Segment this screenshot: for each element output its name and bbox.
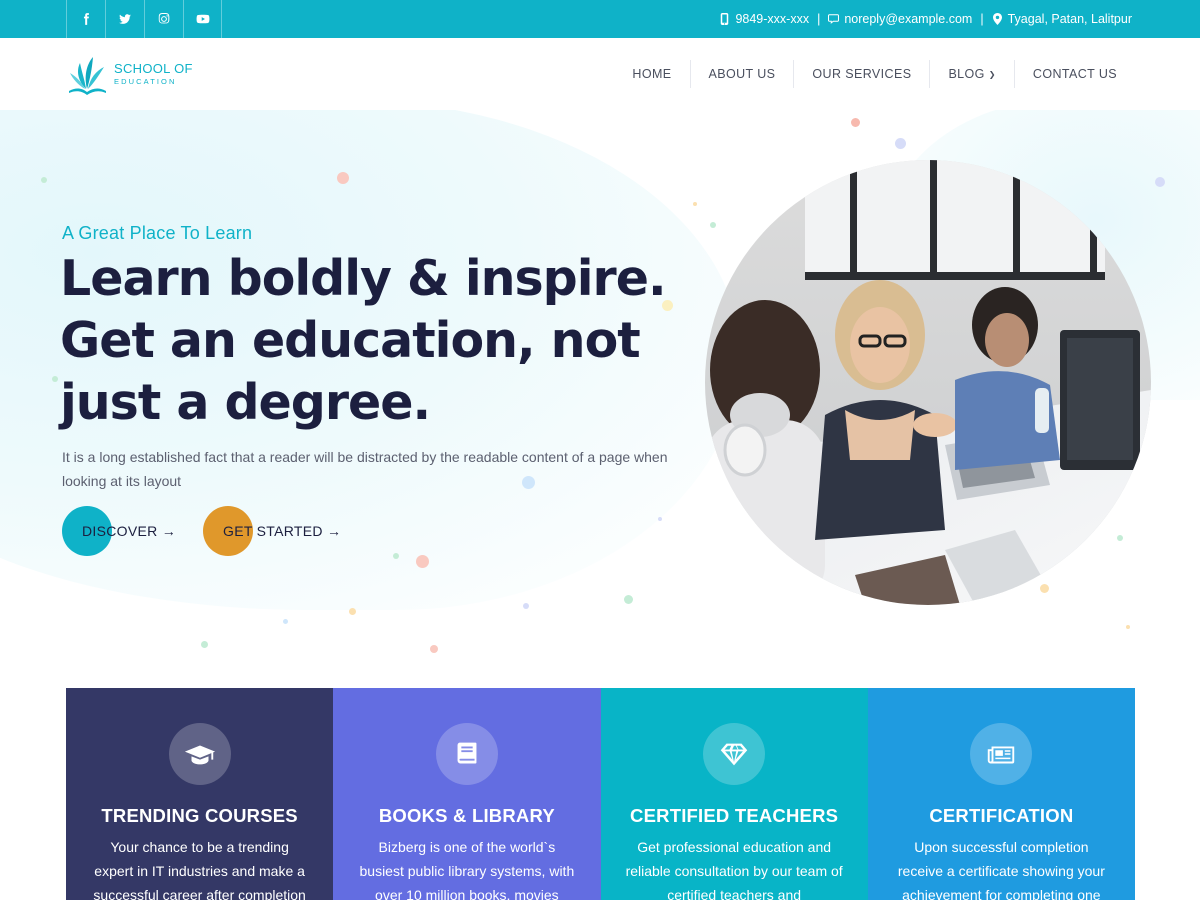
hero-section: A Great Place To Learn Learn boldly & in… xyxy=(0,110,1200,670)
nav-item-blog[interactable]: BLOG ❯ xyxy=(930,60,1015,88)
chevron-down-icon: ❯ xyxy=(988,69,996,79)
phone-number[interactable]: 9849-xxx-xxx xyxy=(735,12,809,26)
headline-line: just a degree. xyxy=(60,374,431,431)
site-header: SCHOOL OF EDUCATION HOME ABOUT US OUR SE… xyxy=(0,38,1200,110)
decorative-dot xyxy=(283,619,288,624)
decorative-dot xyxy=(624,595,633,604)
phone-info: 9849-xxx-xxx xyxy=(719,12,809,26)
youtube-link[interactable] xyxy=(183,0,222,38)
nav-item-about-us[interactable]: ABOUT US xyxy=(691,60,795,88)
logo-title: SCHOOL OF xyxy=(114,61,193,77)
leaf-book-logo-icon xyxy=(69,57,106,95)
feature-card-trending-courses[interactable]: TRENDING COURSES Your chance to be a tre… xyxy=(66,688,334,900)
decorative-dot xyxy=(895,138,906,149)
discover-button[interactable]: DISCOVER → xyxy=(62,506,182,556)
decorative-dot xyxy=(430,645,438,653)
feature-card-certified-teachers[interactable]: CERTIFIED TEACHERS Get professional educ… xyxy=(600,688,868,900)
decorative-dot xyxy=(851,118,860,127)
headline-line: Get an education, not xyxy=(60,312,641,369)
features-section: TRENDING COURSES Your chance to be a tre… xyxy=(66,688,1135,900)
facebook-icon xyxy=(83,13,89,25)
nav-label: CONTACT US xyxy=(1032,67,1117,81)
separator: | xyxy=(980,12,984,26)
nav-item-our-services[interactable]: OUR SERVICES xyxy=(794,60,931,88)
twitter-link[interactable] xyxy=(105,0,144,38)
contact-info: 9849-xxx-xxx | noreply@example.com | Tya… xyxy=(719,0,1132,38)
decorative-dot xyxy=(523,603,529,609)
decorative-dot xyxy=(693,202,697,206)
feature-icon-circle xyxy=(970,723,1033,785)
map-marker-icon xyxy=(992,13,1002,25)
top-bar: 9849-xxx-xxx | noreply@example.com | Tya… xyxy=(0,0,1200,38)
decorative-dot xyxy=(1126,625,1130,629)
email-address[interactable]: noreply@example.com xyxy=(844,12,972,26)
hero-lead-text: It is a long established fact that a rea… xyxy=(62,449,668,489)
feature-title: TRENDING COURSES xyxy=(101,805,298,826)
newspaper-icon xyxy=(988,746,1015,764)
decorative-dot xyxy=(349,608,356,615)
headline-line: Learn boldly & inspire. xyxy=(60,250,667,307)
nav-label: HOME xyxy=(632,67,672,81)
nav-label: OUR SERVICES xyxy=(812,67,912,81)
decorative-dot xyxy=(658,517,662,521)
feature-icon-circle xyxy=(435,723,498,785)
social-links xyxy=(66,0,222,38)
instagram-link[interactable] xyxy=(144,0,183,38)
get-started-button[interactable]: GET STARTED → xyxy=(203,506,343,556)
diamond-icon xyxy=(720,743,748,766)
decorative-dot xyxy=(201,641,208,648)
main-nav: HOME ABOUT US OUR SERVICES BLOG ❯ CONTACT… xyxy=(614,60,1134,88)
feature-card-books-library[interactable]: BOOKS & LIBRARY Bizberg is one of the wo… xyxy=(333,688,601,900)
feature-card-certification[interactable]: CERTIFICATION Upon successful completion… xyxy=(867,688,1135,900)
hero-classroom-photo xyxy=(705,160,1151,605)
decorative-dot xyxy=(41,177,47,183)
graduation-cap-icon xyxy=(184,745,215,765)
decorative-dot xyxy=(1117,535,1123,541)
hero-headline: Learn boldly & inspire. Get an education… xyxy=(60,248,700,434)
decorative-dot xyxy=(393,553,399,559)
address-text: Tyagal, Patan, Lalitpur xyxy=(1007,12,1132,26)
feature-text: Bizberg is one of the world`s busiest pu… xyxy=(359,839,575,900)
decorative-dot xyxy=(1155,177,1165,187)
hero-tagline: A Great Place To Learn xyxy=(62,223,253,243)
facebook-link[interactable] xyxy=(66,0,105,38)
feature-text: Your chance to be a trending expert in I… xyxy=(93,839,306,900)
instagram-icon xyxy=(158,12,170,24)
email-info: noreply@example.com xyxy=(828,12,972,26)
address-info: Tyagal, Patan, Lalitpur xyxy=(992,12,1132,26)
decorative-dot xyxy=(710,222,716,228)
nav-label: ABOUT US xyxy=(708,67,776,81)
feature-text: Upon successful completion receive a cer… xyxy=(897,839,1105,900)
feature-title: CERTIFICATION xyxy=(929,805,1074,826)
feature-title: CERTIFIED TEACHERS xyxy=(630,805,839,826)
logo-text: SCHOOL OF EDUCATION xyxy=(114,62,193,86)
logo-subtitle: EDUCATION xyxy=(114,77,177,87)
twitter-icon xyxy=(119,14,131,24)
decorative-dot xyxy=(337,172,349,184)
comment-icon xyxy=(828,14,840,24)
decorative-dot xyxy=(1040,584,1049,593)
nav-item-home[interactable]: HOME xyxy=(614,60,691,88)
get-started-button-label: GET STARTED → xyxy=(223,523,342,539)
book-icon xyxy=(457,742,477,764)
nav-item-contact-us[interactable]: CONTACT US xyxy=(1015,60,1134,88)
nav-label: BLOG xyxy=(948,67,985,81)
feature-text: Get professional education and reliable … xyxy=(625,839,843,900)
feature-icon-circle xyxy=(168,723,231,785)
classroom-photo-illustration xyxy=(705,160,1151,605)
decorative-dot xyxy=(416,555,429,568)
feature-title: BOOKS & LIBRARY xyxy=(378,805,555,826)
site-logo[interactable]: SCHOOL OF EDUCATION xyxy=(66,49,196,99)
feature-icon-circle xyxy=(703,723,766,785)
youtube-icon xyxy=(196,14,209,24)
mobile-phone-icon xyxy=(721,13,729,25)
decorative-dot xyxy=(52,376,58,382)
separator: | xyxy=(817,12,821,26)
discover-button-label: DISCOVER → xyxy=(82,523,177,539)
